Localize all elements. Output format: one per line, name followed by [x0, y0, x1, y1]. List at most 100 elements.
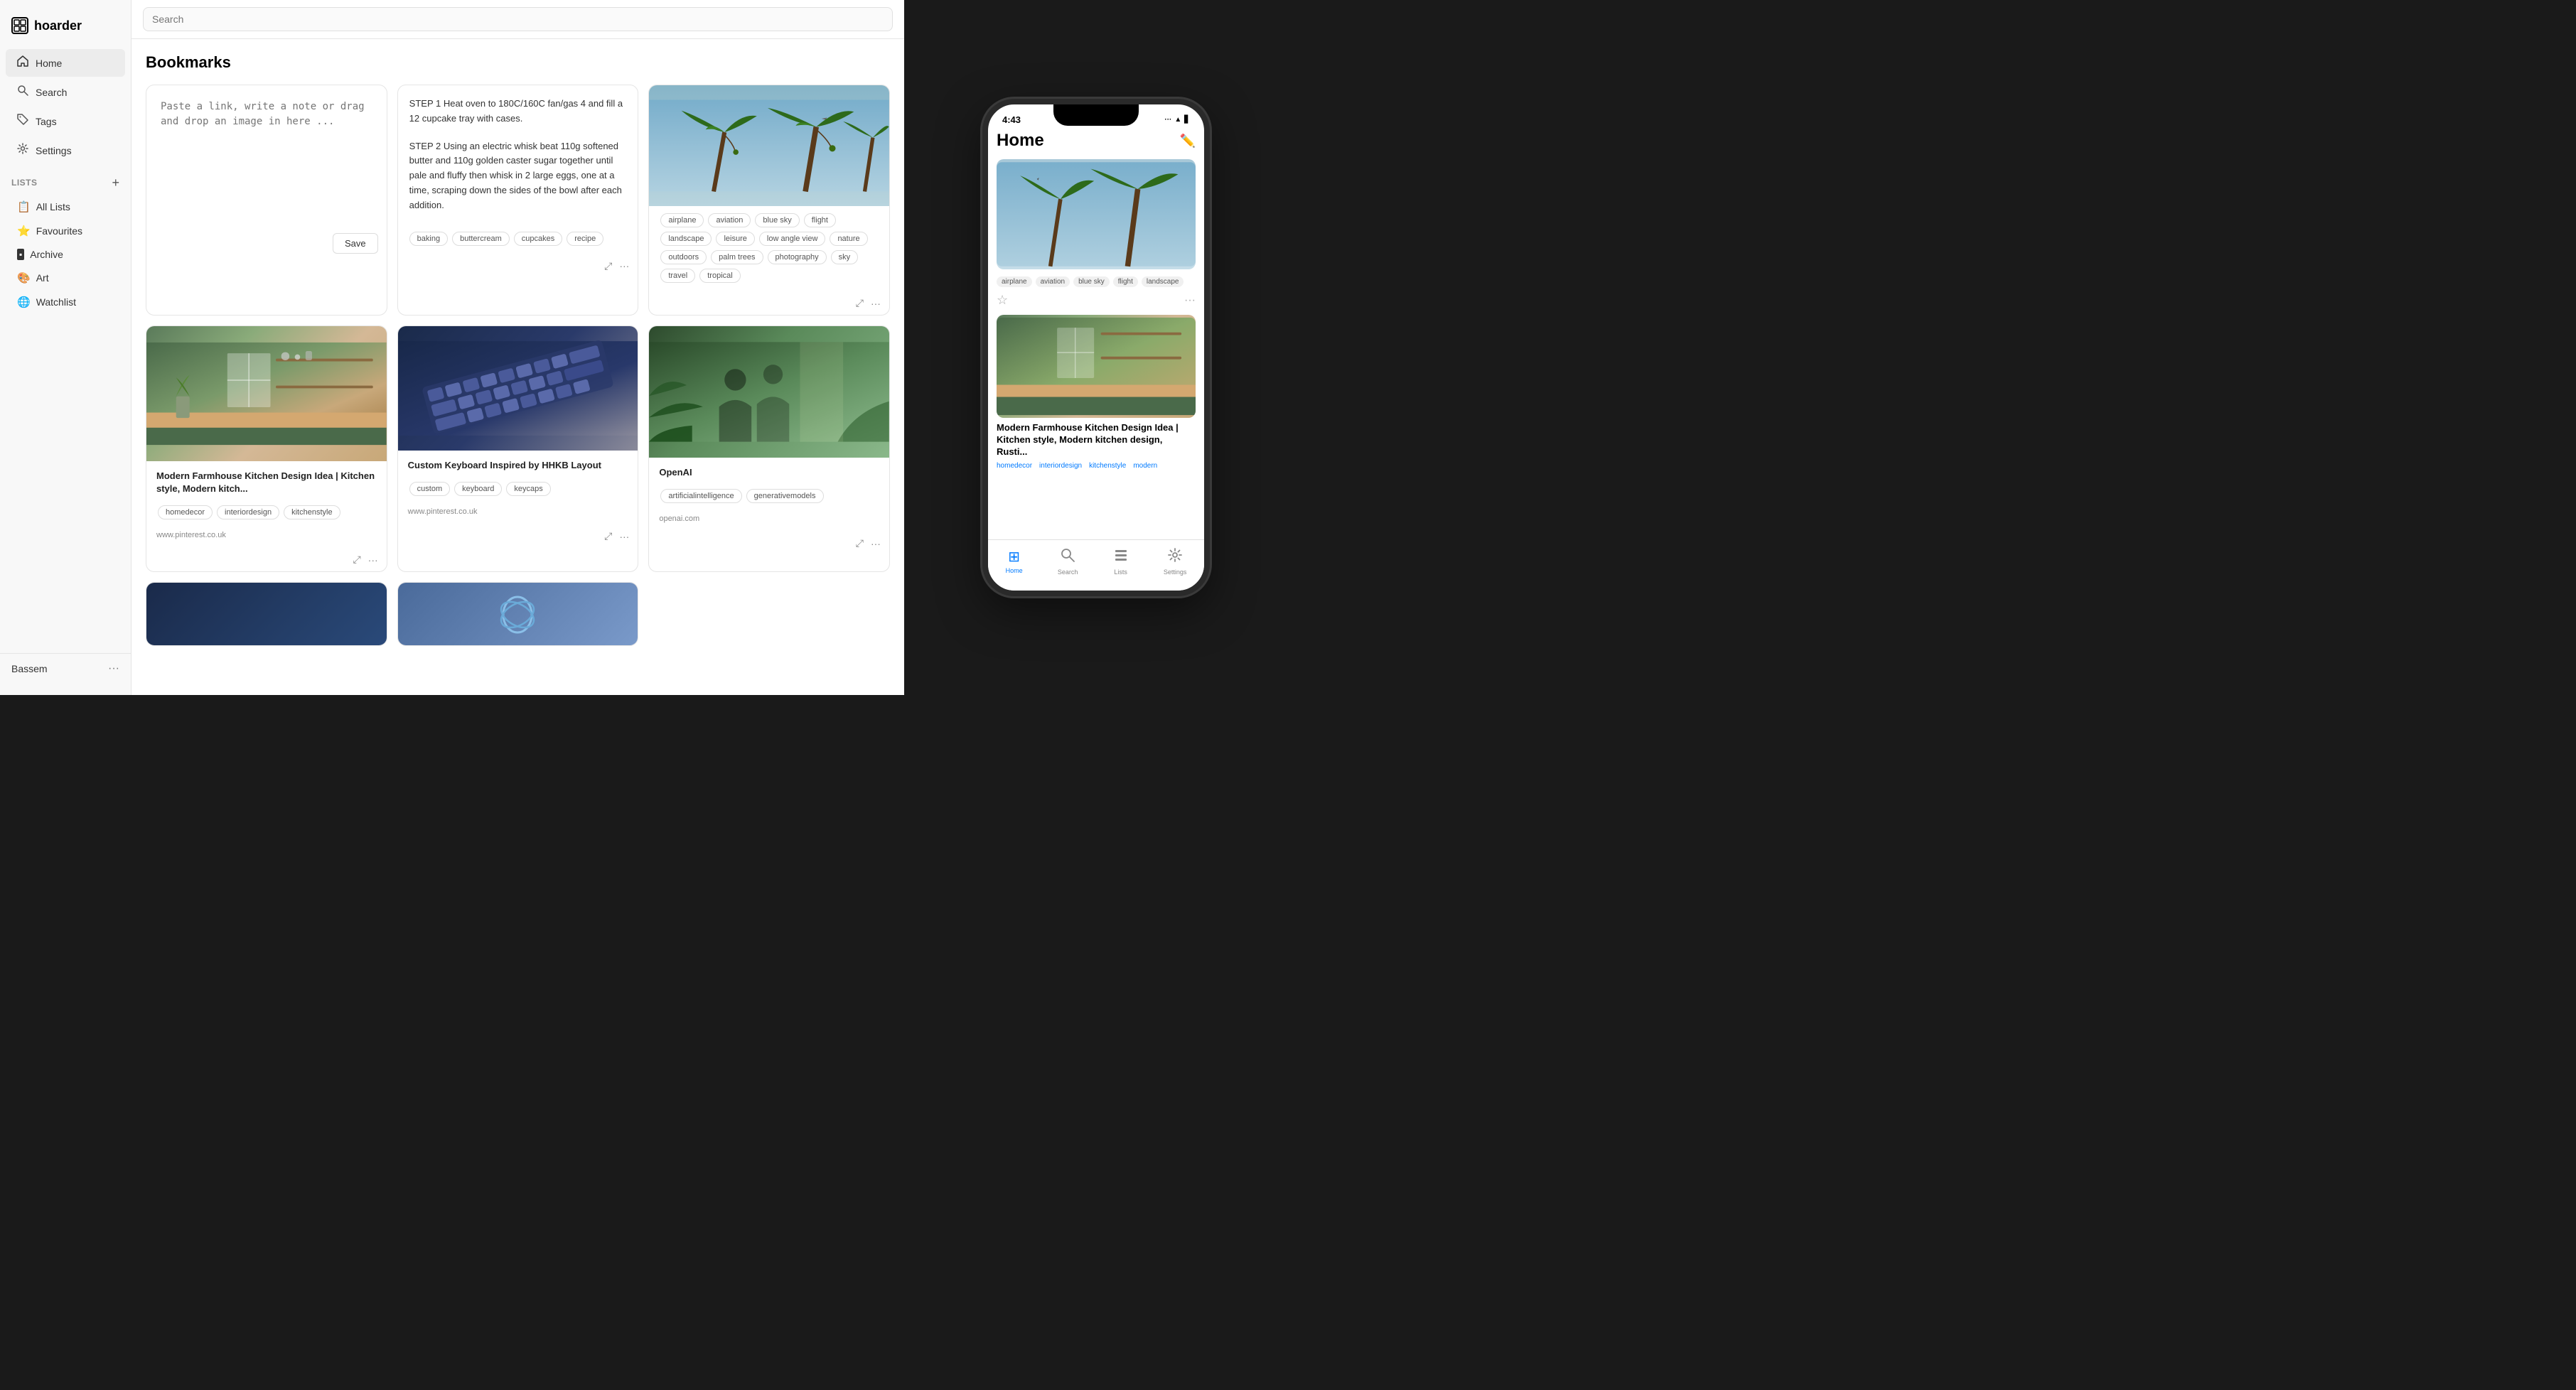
- search-input[interactable]: [143, 7, 893, 31]
- logo-icon: [11, 17, 28, 34]
- phone-tag-homedecor[interactable]: homedecor: [997, 462, 1032, 470]
- tag-leisure[interactable]: leisure: [716, 232, 754, 246]
- phone-nav-search-label: Search: [1058, 569, 1078, 576]
- kitchen-image: [146, 326, 387, 461]
- save-button-container: Save: [146, 227, 387, 259]
- more-icon-kitchen[interactable]: ···: [368, 554, 378, 566]
- phone-nav: ⊞ Home Search Lists Settings: [988, 539, 1204, 591]
- tag-custom[interactable]: custom: [409, 482, 450, 496]
- phone-page-title: Home: [997, 131, 1044, 151]
- tag-keycaps[interactable]: keycaps: [506, 482, 550, 496]
- footer-more-button[interactable]: ···: [108, 662, 119, 675]
- sidebar-item-archive[interactable]: ▪ Archive: [6, 244, 125, 265]
- phone-tag-flight[interactable]: flight: [1113, 276, 1138, 287]
- phone-kitchen-tags: homedecor interiordesign kitchenstyle mo…: [997, 462, 1196, 470]
- archive-label: Archive: [30, 249, 63, 260]
- tag-aviation[interactable]: aviation: [708, 213, 751, 227]
- phone-nav-search-icon: [1060, 547, 1075, 567]
- home-icon: [17, 55, 28, 70]
- phone-tag-landscape[interactable]: landscape: [1142, 276, 1184, 287]
- more-icon-keyboard[interactable]: ···: [619, 531, 629, 542]
- phone-tag-modern[interactable]: modern: [1133, 462, 1157, 470]
- palm-card: airplane aviation blue sky flight landsc…: [648, 85, 890, 316]
- tag-homedecor[interactable]: homedecor: [158, 505, 213, 519]
- battery-icon: ▋: [1184, 116, 1190, 124]
- save-button[interactable]: Save: [333, 233, 378, 254]
- keyboard-card: Custom Keyboard Inspired by HHKB Layout …: [397, 325, 639, 572]
- expand-icon-keyboard[interactable]: ⤢: [604, 530, 612, 542]
- phone-time: 4:43: [1002, 114, 1021, 125]
- tag-keyboard[interactable]: keyboard: [454, 482, 502, 496]
- bookmark-textarea[interactable]: [161, 99, 372, 199]
- sidebar-item-search[interactable]: Search: [6, 78, 125, 106]
- phone-tag-aviation[interactable]: aviation: [1036, 276, 1070, 287]
- sidebar-item-art[interactable]: 🎨 Art: [6, 266, 125, 289]
- phone-nav-settings[interactable]: Settings: [1164, 547, 1187, 576]
- add-list-button[interactable]: +: [112, 176, 119, 189]
- wifi-icon: ▲: [1174, 116, 1181, 124]
- phone-nav-home[interactable]: ⊞ Home: [1006, 548, 1023, 574]
- tag-cupcakes[interactable]: cupcakes: [514, 232, 562, 246]
- phone-tag-interiordesign[interactable]: interiordesign: [1039, 462, 1082, 470]
- search-bar: [132, 0, 904, 39]
- tag-tropical[interactable]: tropical: [699, 269, 740, 283]
- more-icon-palm[interactable]: ···: [871, 298, 881, 309]
- tag-kitchenstyle[interactable]: kitchenstyle: [284, 505, 340, 519]
- phone-edit-icon[interactable]: ✏️: [1180, 134, 1196, 149]
- settings-icon: [17, 143, 28, 158]
- tag-ai[interactable]: artificialintelligence: [660, 489, 741, 503]
- content-area: Bookmarks Save STEP 1 Heat oven to 180C/…: [132, 39, 904, 695]
- phone-title-row: Home ✏️: [997, 128, 1196, 159]
- tag-airplane[interactable]: airplane: [660, 213, 704, 227]
- phone-favorite-icon[interactable]: ☆: [997, 293, 1008, 308]
- phone-more-icon[interactable]: ···: [1184, 294, 1196, 307]
- sidebar-item-home-label: Home: [36, 58, 62, 69]
- tag-recipe[interactable]: recipe: [567, 232, 603, 246]
- tag-low-angle[interactable]: low angle view: [759, 232, 826, 246]
- phone-tag-airplane[interactable]: airplane: [997, 276, 1032, 287]
- tag-interiordesign[interactable]: interiordesign: [217, 505, 279, 519]
- tag-palm-trees[interactable]: palm trees: [711, 250, 763, 264]
- app-name: hoarder: [34, 18, 82, 33]
- phone-tag-blue-sky[interactable]: blue sky: [1073, 276, 1110, 287]
- lists-section-header: Lists +: [0, 165, 131, 195]
- tag-nature[interactable]: nature: [830, 232, 867, 246]
- sidebar-item-all-lists[interactable]: 📋 All Lists: [6, 195, 125, 218]
- more-icon-openai[interactable]: ···: [871, 538, 881, 549]
- recipe-card: STEP 1 Heat oven to 180C/160C fan/gas 4 …: [397, 85, 639, 316]
- phone-nav-lists-icon: [1113, 547, 1129, 567]
- sidebar-item-search-label: Search: [36, 87, 67, 98]
- tag-landscape[interactable]: landscape: [660, 232, 712, 246]
- tag-baking[interactable]: baking: [409, 232, 448, 246]
- expand-icon-openai[interactable]: ⤢: [856, 537, 864, 549]
- sidebar-item-home[interactable]: Home: [6, 49, 125, 77]
- sidebar-item-tags[interactable]: Tags: [6, 107, 125, 135]
- sidebar-item-settings[interactable]: Settings: [6, 136, 125, 164]
- all-lists-label: All Lists: [36, 201, 70, 212]
- more-icon[interactable]: ···: [619, 260, 629, 271]
- signal-icon: ···: [1164, 116, 1171, 124]
- tag-travel[interactable]: travel: [660, 269, 695, 283]
- search-icon-sidebar: [17, 85, 28, 99]
- sidebar-item-favourites[interactable]: ⭐ Favourites: [6, 220, 125, 242]
- tag-outdoors[interactable]: outdoors: [660, 250, 707, 264]
- recipe-tags: baking buttercream cupcakes recipe: [398, 225, 638, 254]
- expand-icon-palm[interactable]: ⤢: [856, 297, 864, 309]
- sidebar-item-tags-label: Tags: [36, 116, 57, 127]
- tag-photography[interactable]: photography: [768, 250, 827, 264]
- tag-buttercream[interactable]: buttercream: [452, 232, 510, 246]
- tag-flight[interactable]: flight: [804, 213, 836, 227]
- recipe-step2: STEP 2 Using an electric whisk beat 110g…: [409, 139, 627, 213]
- phone-tag-kitchenstyle[interactable]: kitchenstyle: [1089, 462, 1126, 470]
- tag-blue-sky[interactable]: blue sky: [755, 213, 799, 227]
- sidebar-footer: Bassem ···: [0, 653, 131, 684]
- palm-image: [649, 85, 889, 206]
- expand-icon[interactable]: ⤢: [604, 260, 612, 272]
- sidebar-item-watchlist[interactable]: 🌐 Watchlist: [6, 291, 125, 313]
- sidebar: hoarder Home Search Tags Settings Lists …: [0, 0, 132, 695]
- tag-sky[interactable]: sky: [831, 250, 859, 264]
- expand-icon-kitchen[interactable]: ⤢: [353, 554, 360, 566]
- phone-nav-search[interactable]: Search: [1058, 547, 1078, 576]
- tag-genai[interactable]: generativemodels: [746, 489, 824, 503]
- phone-nav-lists[interactable]: Lists: [1113, 547, 1129, 576]
